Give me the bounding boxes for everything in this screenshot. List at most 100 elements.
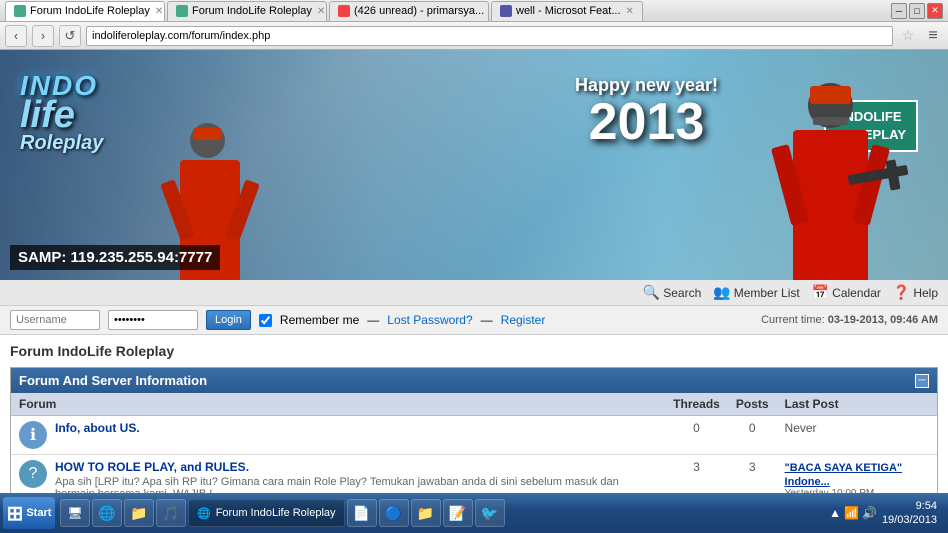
tab-close-4[interactable]: ✕ <box>626 6 634 17</box>
tab-3[interactable]: (426 unread) - primarsya... ✕ <box>329 1 489 21</box>
tab-favicon-1 <box>14 5 26 17</box>
bookmark-icon[interactable]: ☆ <box>898 26 918 46</box>
forum-banner: INDO life Roleplay Happy new year! 2013 … <box>0 50 948 280</box>
lost-password-link[interactable]: Lost Password? <box>387 313 472 327</box>
forum-type-icon-0: ℹ <box>19 421 47 449</box>
remember-me-checkbox[interactable] <box>259 314 272 327</box>
remember-me-label: Remember me <box>280 313 359 327</box>
last-post-cell-0: Never <box>777 416 937 455</box>
login-bar: Login Remember me — Lost Password? — Reg… <box>0 306 948 335</box>
tray-clock[interactable]: 9:54 19/03/2013 <box>882 499 937 528</box>
table-row: ? HOW TO ROLE PLAY, and RULES. Apa sih [… <box>11 455 937 494</box>
show-desktop-button[interactable]: 🖥 <box>60 499 90 527</box>
back-button[interactable]: ‹ <box>5 25 27 47</box>
tab-close-2[interactable]: ✕ <box>317 6 325 17</box>
media-button[interactable]: 🎵 <box>156 499 186 527</box>
calendar-icon: 📅 <box>812 284 829 301</box>
section-title: Forum And Server Information <box>19 373 207 388</box>
table-header-row: Forum Threads Posts Last Post <box>11 393 937 416</box>
tab-label-4: well - Microsot Feat... <box>516 5 621 17</box>
taskbar-app-label-1: Forum IndoLife Roleplay <box>216 507 336 519</box>
tab-favicon-3 <box>338 5 350 17</box>
table-row: ℹ Info, about US. 0 0 Never <box>11 416 937 455</box>
taskbar-app-2[interactable]: 📄 <box>347 499 377 527</box>
register-link[interactable]: Register <box>501 313 546 327</box>
tab-2[interactable]: Forum IndoLife Roleplay ✕ <box>167 1 327 21</box>
forum-col-header: Forum <box>11 393 665 416</box>
threads-col-header: Threads <box>665 393 728 416</box>
forum-table: Forum Threads Posts Last Post ℹ Info, ab… <box>11 393 937 493</box>
posts-col-header: Posts <box>728 393 777 416</box>
forum-name-0[interactable]: Info, about US. <box>55 421 140 435</box>
search-icon: 🔍 <box>643 284 660 301</box>
tray-time: 9:54 <box>882 499 937 513</box>
system-tray: ▲ 📶 🔊 9:54 19/03/2013 <box>821 499 945 528</box>
forward-button[interactable]: › <box>32 25 54 47</box>
member-list-icon: 👥 <box>713 284 730 301</box>
posts-count-1: 3 <box>728 455 777 494</box>
current-time-display: Current time: 03-19-2013, 09:46 AM <box>761 314 938 326</box>
samp-address: SAMP: 119.235.255.94:7777 <box>10 245 220 270</box>
taskbar-app-4[interactable]: 📁 <box>411 499 441 527</box>
explorer-button[interactable]: 📁 <box>124 499 154 527</box>
volume-tray-icon[interactable]: 🔊 <box>862 506 877 520</box>
member-list-nav-item[interactable]: 👥 Member List <box>713 284 799 301</box>
forum-name-cell-0: ℹ Info, about US. <box>11 416 665 455</box>
section-header: Forum And Server Information ─ <box>11 368 937 393</box>
tab-label-3: (426 unread) - primarsya... <box>354 5 484 17</box>
search-nav-item[interactable]: 🔍 Search <box>643 284 701 301</box>
posts-count-0: 0 <box>728 416 777 455</box>
tab-label-1: Forum IndoLife Roleplay <box>30 5 150 17</box>
forum-section: Forum And Server Information ─ Forum Thr… <box>10 367 938 493</box>
start-button[interactable]: ⊞ Start <box>3 497 55 529</box>
tray-icons: ▲ 📶 🔊 <box>829 506 877 520</box>
help-nav-item[interactable]: ❓ Help <box>893 284 938 301</box>
top-nav: 🔍 Search 👥 Member List 📅 Calendar ❓ Help <box>0 280 948 306</box>
calendar-nav-item[interactable]: 📅 Calendar <box>812 284 881 301</box>
forum-desc-1: Apa sih [LRP itu? Apa sih RP itu? Gimana… <box>55 476 657 493</box>
maximize-button[interactable]: □ <box>909 3 925 19</box>
taskbar-app-3[interactable]: 🔵 <box>379 499 409 527</box>
ie-button[interactable]: 🌐 <box>92 499 122 527</box>
tab-4[interactable]: well - Microsot Feat... ✕ <box>491 1 643 21</box>
tab-close-1[interactable]: ✕ <box>155 6 163 17</box>
tab-favicon-2 <box>176 5 188 17</box>
username-input[interactable] <box>10 310 100 330</box>
login-button[interactable]: Login <box>206 310 251 330</box>
close-button[interactable]: ✕ <box>927 3 943 19</box>
address-bar[interactable] <box>86 26 893 46</box>
happy-new-year-text: Happy new year! 2013 <box>575 75 718 148</box>
taskbar: ⊞ Start 🖥 🌐 📁 🎵 🌐 Forum IndoLife Rolepla… <box>0 493 948 533</box>
page-title: Forum IndoLife Roleplay <box>10 343 938 359</box>
taskbar-forum-app[interactable]: 🌐 Forum IndoLife Roleplay <box>188 499 345 527</box>
password-input[interactable] <box>108 310 198 330</box>
window-controls: ─ □ ✕ <box>891 3 943 19</box>
forum-type-icon-1: ? <box>19 460 47 488</box>
tab-favicon-4 <box>500 5 512 17</box>
last-post-never-0: Never <box>785 421 817 435</box>
last-post-link-1[interactable]: "BACA SAYA KETIGA" Indone... <box>785 462 903 488</box>
section-collapse-button[interactable]: ─ <box>915 374 929 388</box>
threads-count-0: 0 <box>665 416 728 455</box>
browser-toolbar: ‹ › ↺ ☆ ≡ <box>0 22 948 50</box>
refresh-button[interactable]: ↺ <box>59 25 81 47</box>
threads-count-1: 3 <box>665 455 728 494</box>
taskbar-app-5[interactable]: 📝 <box>443 499 473 527</box>
minimize-button[interactable]: ─ <box>891 3 907 19</box>
taskbar-app-6[interactable]: 🐦 <box>475 499 505 527</box>
forum-name-1[interactable]: HOW TO ROLE PLAY, and RULES. <box>55 460 249 474</box>
forum-name-cell-1: ? HOW TO ROLE PLAY, and RULES. Apa sih [… <box>11 455 665 494</box>
last-post-col-header: Last Post <box>777 393 937 416</box>
character-2 <box>793 83 868 280</box>
logo: INDO life Roleplay <box>20 70 103 155</box>
last-post-cell-1: "BACA SAYA KETIGA" Indone... Yesterday 1… <box>777 455 937 494</box>
title-bar: Forum IndoLife Roleplay ✕ Forum IndoLife… <box>0 0 948 22</box>
taskbar-app-icon-1: 🌐 <box>197 507 211 520</box>
browser-menu-icon[interactable]: ≡ <box>923 26 943 46</box>
tray-date: 19/03/2013 <box>882 513 937 527</box>
tray-icon-1[interactable]: ▲ <box>829 506 841 520</box>
page-content: INDO life Roleplay Happy new year! 2013 … <box>0 50 948 493</box>
network-tray-icon[interactable]: 📶 <box>844 506 859 520</box>
forum-content: Forum IndoLife Roleplay Forum And Server… <box>0 335 948 493</box>
tab-1[interactable]: Forum IndoLife Roleplay ✕ <box>5 1 165 21</box>
